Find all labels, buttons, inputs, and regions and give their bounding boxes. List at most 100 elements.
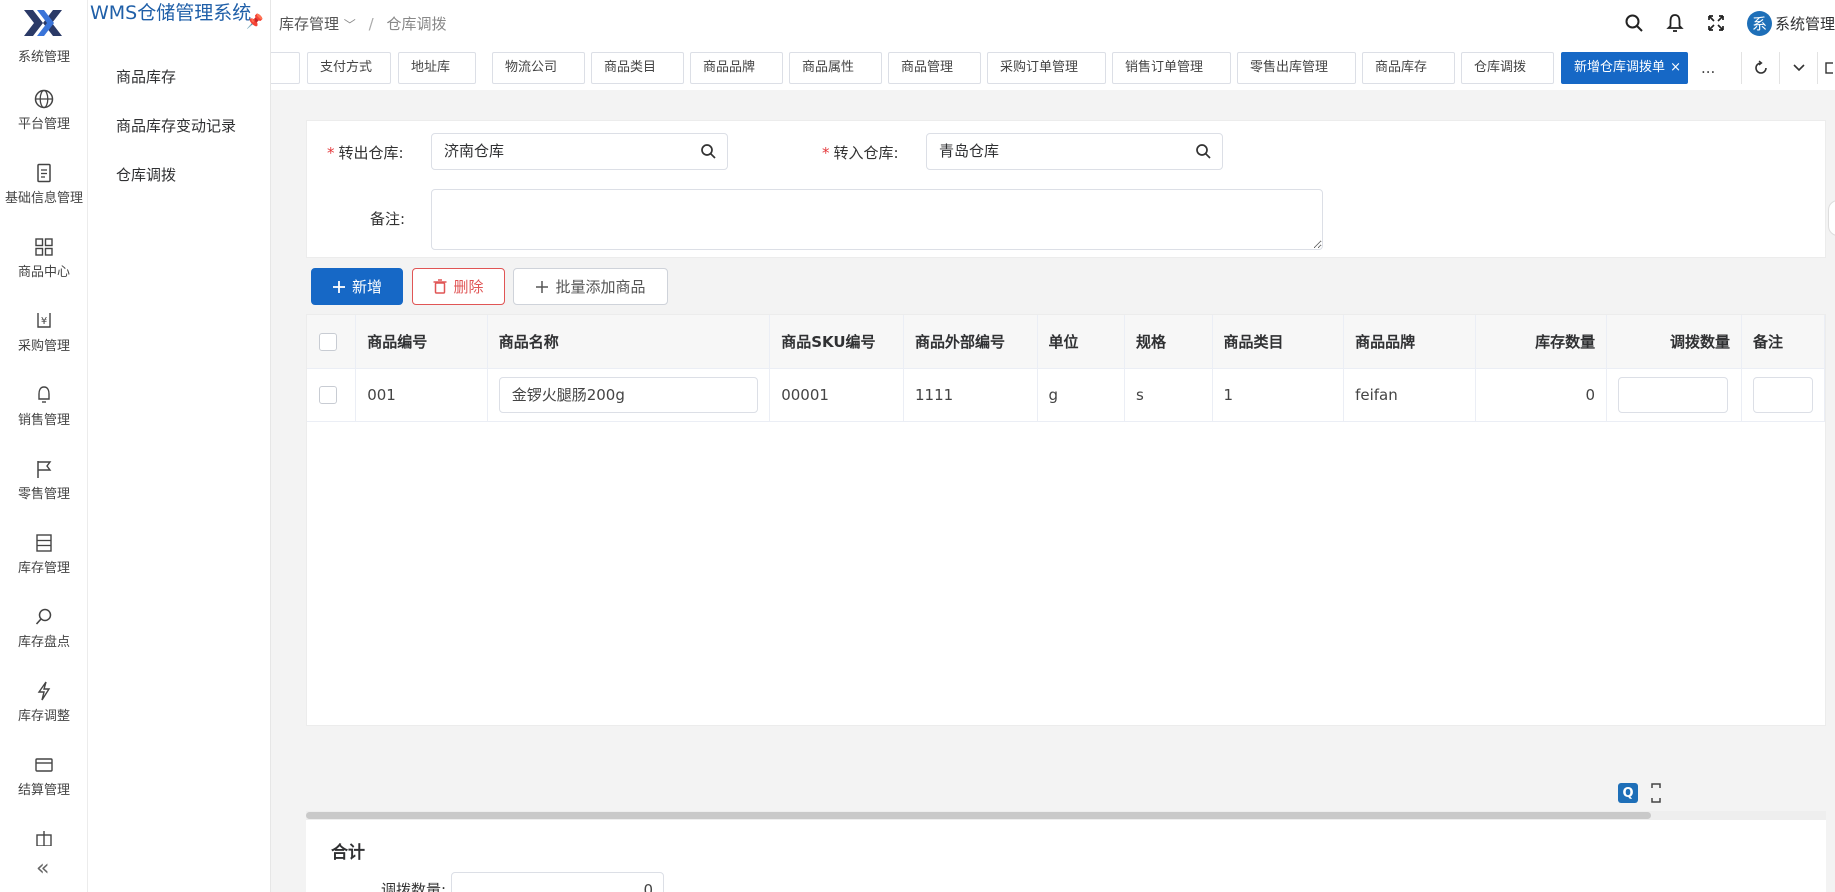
col-category[interactable]: 商品类目	[1212, 315, 1345, 369]
tab-retail-outbound[interactable]: 零售出库管理	[1237, 52, 1356, 84]
rail-item-product-center[interactable]: 商品中心	[0, 236, 87, 280]
cell-product-name: 金锣火腿肠200g	[487, 368, 771, 422]
in-warehouse-value: 青岛仓库	[939, 142, 1000, 160]
side-drawer-handle[interactable]	[1828, 200, 1835, 236]
pin-icon[interactable]: 📌	[246, 14, 263, 30]
select-all-checkbox[interactable]	[319, 332, 337, 351]
note-textarea[interactable]	[431, 189, 1323, 250]
search-count-icon	[35, 608, 52, 625]
tab-product-brand[interactable]: 商品品牌	[690, 52, 783, 84]
tab-product-attribute[interactable]: 商品属性	[789, 52, 882, 84]
scrollbar-thumb[interactable]	[306, 812, 1651, 819]
col-stock-qty[interactable]: 库存数量	[1475, 315, 1608, 369]
in-warehouse-input[interactable]: 青岛仓库	[926, 133, 1223, 170]
transfer-qty-input[interactable]	[1618, 376, 1729, 413]
float-tool-button[interactable]: Q	[1618, 783, 1638, 803]
gift-icon[interactable]	[33, 830, 55, 846]
rail-item-platform[interactable]: 平台管理	[0, 88, 87, 132]
col-note[interactable]: 备注	[1741, 315, 1825, 369]
lightning-icon	[37, 681, 51, 701]
tab-address-library[interactable]: 地址库	[398, 52, 476, 84]
table-row[interactable]: 001 金锣火腿肠200g 00001 1111 g s 1 feifan 0	[307, 368, 1825, 422]
tab-truncated[interactable]	[271, 52, 300, 84]
tab-product-category[interactable]: 商品类目	[591, 52, 684, 84]
submenu-item-stock-log[interactable]: 商品库存变动记录	[116, 115, 236, 136]
rail-item-label: 基础信息管理	[4, 191, 83, 206]
batch-add-products-button[interactable]: 批量添加商品	[513, 268, 668, 305]
submenu-item-transfer[interactable]: 仓库调拨	[116, 164, 176, 185]
out-warehouse-label-text: 转出仓库:	[338, 144, 404, 162]
tab-sales-orders[interactable]: 销售订单管理	[1112, 52, 1231, 84]
collapse-sidebar-button[interactable]: «	[36, 856, 49, 881]
refresh-icon	[1754, 60, 1767, 74]
rail-item-system[interactable]: 系统管理	[0, 46, 87, 65]
document-icon	[37, 163, 51, 183]
tabs-more-button[interactable]: ...	[1701, 52, 1715, 84]
col-sku[interactable]: 商品SKU编号	[769, 315, 904, 369]
tab-product-management[interactable]: 商品管理	[888, 52, 981, 84]
rail-item-stock-adjust[interactable]: 库存调整	[0, 680, 87, 724]
col-transfer-qty[interactable]: 调拨数量	[1606, 315, 1742, 369]
col-external-code[interactable]: 商品外部编号	[903, 315, 1038, 369]
fullscreen-icon[interactable]	[1706, 13, 1726, 33]
app-logo-icon[interactable]	[22, 6, 64, 40]
delete-button[interactable]: 删除	[412, 268, 505, 305]
tab-label: 新增仓库调拨单	[1574, 60, 1666, 75]
rail-item-sales[interactable]: 销售管理	[0, 384, 87, 428]
chevron-down-icon	[1792, 64, 1805, 72]
tab-purchase-orders[interactable]: 采购订单管理	[987, 52, 1106, 84]
rail-item-label: 商品中心	[17, 265, 70, 280]
tab-logistics[interactable]: 物流公司	[492, 52, 585, 84]
inventory-icon	[36, 534, 52, 552]
tab-product-stock[interactable]: 商品库存	[1362, 52, 1455, 84]
required-mark: *	[822, 144, 830, 162]
tabs-dropdown-button[interactable]	[1779, 52, 1817, 84]
row-note-input[interactable]	[1752, 376, 1813, 413]
submenu-item-stock[interactable]: 商品库存	[116, 66, 176, 87]
tabs-expand-button[interactable]	[1817, 52, 1835, 84]
col-spec[interactable]: 规格	[1124, 315, 1213, 369]
product-name-input[interactable]: 金锣火腿肠200g	[498, 376, 759, 413]
expand-icon	[1824, 62, 1833, 74]
rail-item-retail[interactable]: 零售管理	[0, 458, 87, 502]
refresh-button[interactable]	[1741, 52, 1779, 84]
col-product-name[interactable]: 商品名称	[487, 315, 771, 369]
out-warehouse-input[interactable]: 济南仓库	[431, 133, 728, 170]
col-product-code[interactable]: 商品编号	[355, 315, 488, 369]
svg-text:¥: ¥	[41, 316, 47, 327]
total-section: 合计 调拨数量: 0	[306, 820, 1826, 892]
rail-item-settlement[interactable]: 结算管理	[0, 754, 87, 798]
search-icon[interactable]	[700, 143, 717, 160]
plus-icon	[536, 280, 549, 293]
product-table-grid: 商品编号 商品名称 商品SKU编号 商品外部编号 单位 规格 商品类目 商品品牌…	[307, 315, 1825, 422]
scan-icon[interactable]	[1650, 782, 1662, 804]
plus-icon	[332, 280, 345, 293]
rail-item-purchase[interactable]: ¥ 采购管理	[0, 310, 87, 354]
tab-payment-method[interactable]: 支付方式	[307, 52, 391, 84]
col-unit[interactable]: 单位	[1037, 315, 1126, 369]
rail-item-inventory[interactable]: 库存管理	[0, 532, 87, 576]
trash-icon	[433, 279, 447, 294]
product-table: 商品编号 商品名称 商品SKU编号 商品外部编号 单位 规格 商品类目 商品品牌…	[306, 314, 1826, 726]
col-brand[interactable]: 商品品牌	[1343, 315, 1476, 369]
row-checkbox[interactable]	[319, 385, 337, 404]
rail-item-stocktake[interactable]: 库存盘点	[0, 606, 87, 650]
rail-item-label: 结算管理	[17, 783, 70, 798]
rail-item-label: 系统管理	[17, 50, 70, 65]
add-button[interactable]: 新增	[311, 268, 403, 305]
table-horizontal-scrollbar[interactable]	[306, 811, 1826, 820]
close-icon[interactable]: ×	[1670, 53, 1681, 83]
cell-brand: feifan	[1343, 368, 1476, 422]
main-content: * 转出仓库: 济南仓库 * 转入仓库: 青岛仓库 备注: 新增 删除 批量添加商品	[271, 90, 1835, 892]
tab-warehouse-transfer[interactable]: 仓库调拨	[1461, 52, 1554, 84]
total-qty-label: 调拨数量:	[381, 881, 447, 892]
search-icon[interactable]	[1624, 13, 1644, 33]
in-warehouse-label: * 转入仓库:	[822, 142, 899, 163]
user-menu[interactable]: 系 系统管理	[1746, 10, 1835, 36]
tab-new-transfer-order[interactable]: 新增仓库调拨单 ×	[1561, 52, 1688, 84]
rail-item-basic-info[interactable]: 基础信息管理	[0, 162, 87, 206]
bell-icon[interactable]	[1665, 13, 1685, 33]
chevron-down-icon[interactable]: ﹀	[344, 18, 356, 32]
search-icon[interactable]	[1195, 143, 1212, 160]
breadcrumb-parent[interactable]: 库存管理	[279, 15, 339, 33]
